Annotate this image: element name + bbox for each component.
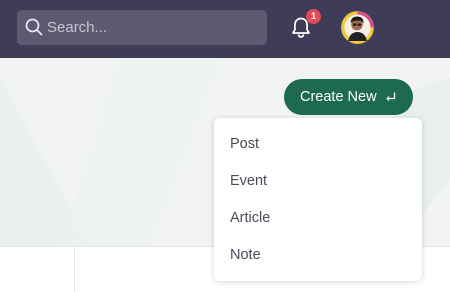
search-input[interactable]: [47, 10, 257, 45]
notification-count-badge: 1: [306, 9, 321, 24]
menu-item-label: Event: [230, 173, 268, 189]
menu-item-label: Post: [230, 136, 260, 152]
menu-item-event[interactable]: Event: [214, 163, 422, 200]
menu-item-label: Article: [230, 210, 271, 226]
user-avatar[interactable]: [341, 11, 374, 44]
create-new-menu: Post Event Article Note: [214, 118, 422, 281]
search-icon: [25, 18, 43, 36]
menu-item-label: Note: [230, 247, 261, 263]
menu-item-post[interactable]: Post: [214, 126, 422, 163]
create-new-label: Create New: [300, 89, 377, 105]
menu-item-note[interactable]: Note: [214, 237, 422, 274]
notifications-button[interactable]: 1: [287, 9, 321, 41]
create-new-button[interactable]: Create New: [284, 79, 413, 115]
column-divider: [74, 247, 75, 292]
enter-icon: [386, 92, 396, 101]
top-navigation-bar: 1: [0, 0, 450, 58]
menu-item-article[interactable]: Article: [214, 200, 422, 237]
search-box[interactable]: [17, 10, 267, 45]
